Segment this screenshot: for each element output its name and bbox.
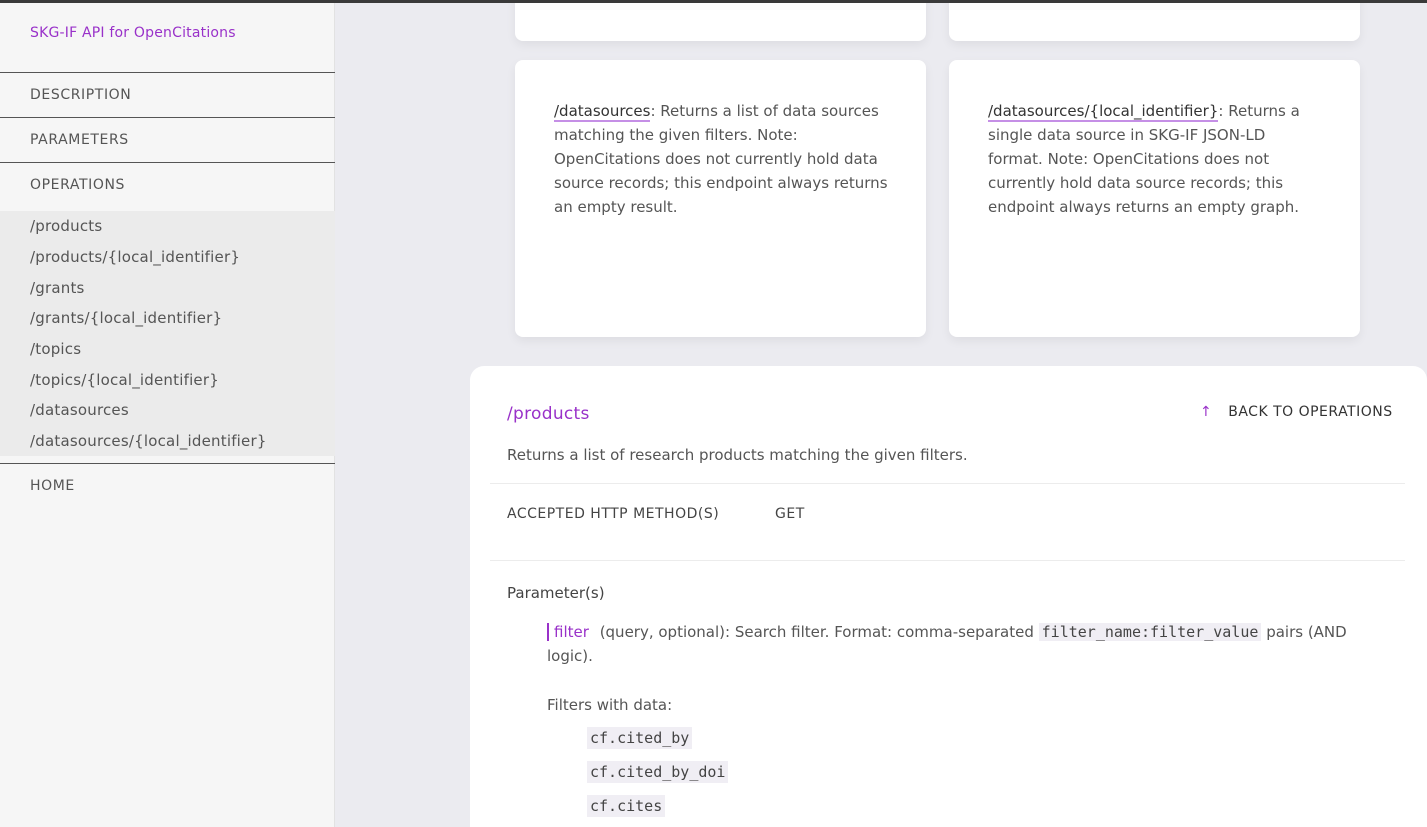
filter-item: cf.cited_by bbox=[587, 727, 693, 749]
parameter-format-code: filter_name:filter_value bbox=[1038, 623, 1262, 641]
filter-item: cf.cited_by_doi bbox=[587, 761, 729, 783]
sidebar-op-topics-id[interactable]: /topics/{local_identifier} bbox=[30, 371, 219, 389]
operation-card-text: /datasources/{local_identifier}: Returns… bbox=[988, 99, 1323, 219]
sidebar-item-description[interactable]: DESCRIPTION bbox=[0, 72, 335, 117]
filter-item: cf.cites bbox=[587, 795, 666, 817]
methods-value: GET bbox=[775, 506, 805, 522]
operation-card-datasources-id: /datasources/{local_identifier}: Returns… bbox=[949, 60, 1360, 337]
sidebar: SKG-IF API for OpenCitations DESCRIPTION… bbox=[0, 3, 335, 827]
back-to-operations-label: BACK TO OPERATIONS bbox=[1228, 404, 1393, 420]
parameter-filter: filter (query, optional): Search filter.… bbox=[547, 620, 1367, 668]
sidebar-brand-link[interactable]: SKG-IF API for OpenCitations bbox=[30, 25, 236, 41]
operation-description: Returns a list of research products matc… bbox=[507, 446, 968, 464]
operation-card-partial-left bbox=[515, 0, 926, 41]
endpoint-link-datasources-id[interactable]: /datasources/{local_identifier} bbox=[988, 102, 1219, 122]
parameters-title: Parameter(s) bbox=[507, 584, 605, 602]
back-to-operations-button[interactable]: ↑ BACK TO OPERATIONS bbox=[1200, 404, 1393, 420]
parameter-name: filter bbox=[547, 623, 589, 641]
divider bbox=[490, 483, 1405, 484]
operation-card-partial-right bbox=[949, 0, 1360, 41]
parameter-desc-prefix: (query, optional): Search filter. Format… bbox=[599, 623, 1034, 641]
sidebar-op-products-id[interactable]: /products/{local_identifier} bbox=[30, 248, 240, 266]
operation-card-text: /datasources: Returns a list of data sou… bbox=[554, 99, 889, 219]
sidebar-item-home[interactable]: HOME bbox=[0, 463, 335, 508]
sidebar-item-operations[interactable]: OPERATIONS bbox=[0, 162, 335, 207]
divider bbox=[490, 560, 1405, 561]
operation-panel-products: /products ↑ BACK TO OPERATIONS Returns a… bbox=[470, 366, 1427, 827]
operation-card-datasources: /datasources: Returns a list of data sou… bbox=[515, 60, 926, 337]
sidebar-op-topics[interactable]: /topics bbox=[30, 340, 81, 358]
arrow-up-icon: ↑ bbox=[1200, 404, 1213, 420]
top-border bbox=[0, 0, 1427, 3]
sidebar-op-products[interactable]: /products bbox=[30, 217, 102, 235]
endpoint-link-datasources[interactable]: /datasources bbox=[554, 102, 651, 122]
sidebar-op-grants-id[interactable]: /grants/{local_identifier} bbox=[30, 309, 222, 327]
operation-title: /products bbox=[507, 404, 590, 424]
sidebar-op-datasources[interactable]: /datasources bbox=[30, 401, 129, 419]
sidebar-item-parameters[interactable]: PARAMETERS bbox=[0, 117, 335, 162]
sidebar-op-grants[interactable]: /grants bbox=[30, 279, 85, 297]
methods-label: ACCEPTED HTTP METHOD(S) bbox=[507, 506, 720, 522]
filters-title: Filters with data: bbox=[547, 696, 673, 714]
sidebar-op-datasources-id[interactable]: /datasources/{local_identifier} bbox=[30, 432, 267, 450]
sidebar-operations-list: /products /products/{local_identifier} /… bbox=[0, 211, 335, 456]
